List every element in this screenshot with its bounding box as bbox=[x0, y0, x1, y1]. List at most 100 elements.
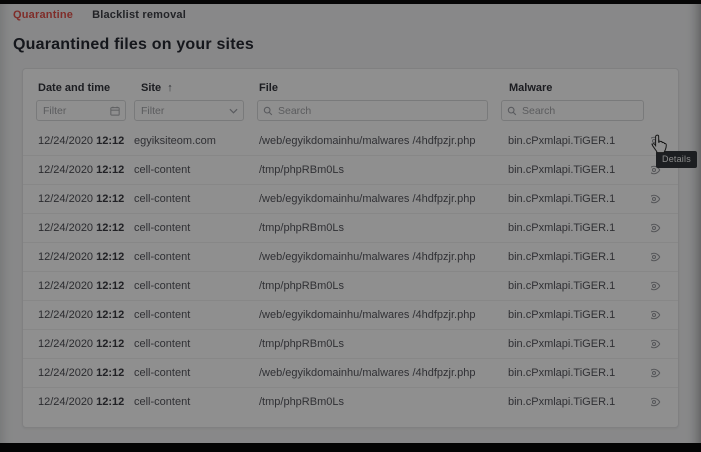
date-filter bbox=[36, 100, 126, 121]
cell-malware: bin.cPxmlapi.TiGER.1 bbox=[508, 134, 616, 147]
cell-date: 12/24/2020 12:12 bbox=[36, 367, 134, 379]
cell-actions bbox=[651, 365, 664, 381]
table-row: 12/24/2020 12:12 cell-content /web/egyik… bbox=[23, 300, 678, 329]
bottom-black-strip bbox=[0, 443, 701, 452]
details-eye-icon[interactable] bbox=[651, 394, 661, 410]
cell-file: /web/egyikdomainhu/malwares /4hdfpzjr.ph… bbox=[259, 134, 476, 147]
file-search-input[interactable] bbox=[257, 100, 488, 121]
details-eye-icon[interactable] bbox=[651, 307, 661, 323]
time-text: 12:12 bbox=[96, 396, 125, 408]
time-text: 12:12 bbox=[96, 251, 125, 263]
cell-file: /web/egyikdomainhu/malwares /4hdfpzjr.ph… bbox=[259, 309, 476, 321]
cell-site: cell-content bbox=[134, 338, 191, 350]
cell-actions bbox=[651, 394, 664, 410]
column-header-date[interactable]: Date and time bbox=[36, 82, 134, 94]
date-text: 12/24/2020 bbox=[38, 309, 94, 321]
cell-date: 12/24/2020 12:12 bbox=[36, 164, 134, 176]
table-row: 12/24/2020 12:12 cell-content /tmp/phpRB… bbox=[23, 387, 678, 416]
table-row: 12/24/2020 12:12 cell-content /web/egyik… bbox=[23, 242, 678, 271]
cell-file: /web/egyikdomainhu/malwares /4hdfpzjr.ph… bbox=[259, 367, 476, 379]
date-text: 12/24/2020 bbox=[38, 338, 94, 350]
details-eye-icon[interactable] bbox=[651, 278, 661, 294]
cell-file: /tmp/phpRBm0Ls bbox=[259, 338, 344, 350]
details-eye-icon[interactable] bbox=[651, 249, 661, 265]
table-row: 12/24/2020 12:12 cell-content /tmp/phpRB… bbox=[23, 271, 678, 300]
cell-actions bbox=[651, 336, 664, 352]
date-text: 12/24/2020 bbox=[38, 222, 94, 234]
date-text: 12/24/2020 bbox=[38, 193, 94, 205]
date-text: 12/24/2020 bbox=[38, 367, 94, 379]
site-filter bbox=[134, 100, 244, 121]
date-text: 12/24/2020 bbox=[38, 280, 94, 292]
table-row: 12/24/2020 12:12 cell-content /tmp/phpRB… bbox=[23, 155, 678, 184]
table-row: 12/24/2020 12:12 cell-content /web/egyik… bbox=[23, 358, 678, 387]
top-black-strip bbox=[0, 0, 701, 4]
column-header-site[interactable]: Site ↑ bbox=[134, 82, 257, 94]
cell-actions bbox=[651, 191, 664, 207]
table-row: 12/24/2020 12:12 egyiksiteom.com /web/eg… bbox=[23, 126, 678, 155]
cell-file: /tmp/phpRBm0Ls bbox=[259, 396, 344, 408]
cell-malware: bin.cPxmlapi.TiGER.1 bbox=[508, 338, 616, 350]
table-filter-row bbox=[23, 100, 678, 121]
app-viewport: Quarantine Blacklist removal Quarantined… bbox=[0, 0, 701, 452]
time-text: 12:12 bbox=[96, 367, 125, 379]
cell-site: egyiksiteom.com bbox=[134, 134, 216, 147]
cell-actions bbox=[651, 220, 664, 236]
cell-site: cell-content bbox=[134, 367, 191, 379]
date-text: 12/24/2020 bbox=[38, 164, 94, 176]
file-search bbox=[257, 100, 488, 121]
cell-site: cell-content bbox=[134, 251, 191, 263]
cell-date: 12/24/2020 12:12 bbox=[36, 251, 134, 263]
cell-site: cell-content bbox=[134, 280, 191, 292]
cell-date: 12/24/2020 12:12 bbox=[36, 309, 134, 321]
cell-date: 12/24/2020 12:12 bbox=[36, 222, 134, 234]
cell-date: 12/24/2020 12:12 bbox=[36, 396, 134, 408]
date-text: 12/24/2020 bbox=[38, 134, 94, 147]
cell-actions bbox=[651, 249, 664, 265]
cell-date: 12/24/2020 12:12 bbox=[36, 193, 134, 205]
site-filter-select[interactable] bbox=[134, 100, 244, 121]
cell-file: /web/egyikdomainhu/malwares /4hdfpzjr.ph… bbox=[259, 193, 476, 205]
time-text: 12:12 bbox=[96, 222, 125, 234]
cell-site: cell-content bbox=[134, 396, 191, 408]
column-header-malware[interactable]: Malware bbox=[501, 82, 651, 94]
tab-bar: Quarantine Blacklist removal bbox=[13, 9, 186, 21]
cell-file: /web/egyikdomainhu/malwares /4hdfpzjr.ph… bbox=[259, 251, 476, 263]
column-header-site-label: Site bbox=[141, 82, 162, 94]
cell-site: cell-content bbox=[134, 309, 191, 321]
details-eye-icon[interactable] bbox=[651, 220, 661, 236]
date-filter-input[interactable] bbox=[36, 100, 126, 121]
details-eye-icon[interactable] bbox=[651, 365, 661, 381]
cell-file: /tmp/phpRBm0Ls bbox=[259, 222, 344, 234]
malware-search bbox=[501, 100, 644, 121]
cell-actions bbox=[651, 307, 664, 323]
tab-blacklist-removal[interactable]: Blacklist removal bbox=[92, 9, 186, 21]
quarantine-table-card: Date and time Site ↑ File Malware Filter… bbox=[22, 68, 679, 428]
time-text: 12:12 bbox=[96, 164, 125, 176]
page-title: Quarantined files on your sites bbox=[13, 36, 254, 53]
cell-malware: bin.cPxmlapi.TiGER.1 bbox=[508, 193, 616, 205]
date-text: 12/24/2020 bbox=[38, 251, 94, 263]
cell-date: 12/24/2020 12:12 bbox=[36, 135, 134, 147]
cell-malware: bin.cPxmlapi.TiGER.1 bbox=[508, 280, 616, 292]
time-text: 12:12 bbox=[96, 309, 125, 321]
malware-search-input[interactable] bbox=[501, 100, 644, 121]
column-header-file[interactable]: File bbox=[257, 82, 501, 94]
cell-malware: bin.cPxmlapi.TiGER.1 bbox=[508, 222, 616, 234]
time-text: 12:12 bbox=[96, 134, 125, 147]
details-eye-icon[interactable] bbox=[651, 336, 661, 352]
cell-site: cell-content bbox=[134, 193, 191, 205]
cell-malware: bin.cPxmlapi.TiGER.1 bbox=[508, 309, 616, 321]
date-text: 12/24/2020 bbox=[38, 396, 94, 408]
details-eye-icon[interactable] bbox=[651, 191, 661, 207]
tab-quarantine[interactable]: Quarantine bbox=[13, 9, 73, 21]
mouse-cursor-hand-icon bbox=[651, 134, 668, 154]
cell-actions bbox=[651, 278, 664, 294]
cell-malware: bin.cPxmlapi.TiGER.1 bbox=[508, 396, 616, 408]
time-text: 12:12 bbox=[96, 193, 125, 205]
sort-asc-icon: ↑ bbox=[167, 82, 173, 94]
cell-site: cell-content bbox=[134, 222, 191, 234]
cell-site: cell-content bbox=[134, 164, 191, 176]
cell-malware: bin.cPxmlapi.TiGER.1 bbox=[508, 251, 616, 263]
table-row: 12/24/2020 12:12 cell-content /web/egyik… bbox=[23, 184, 678, 213]
